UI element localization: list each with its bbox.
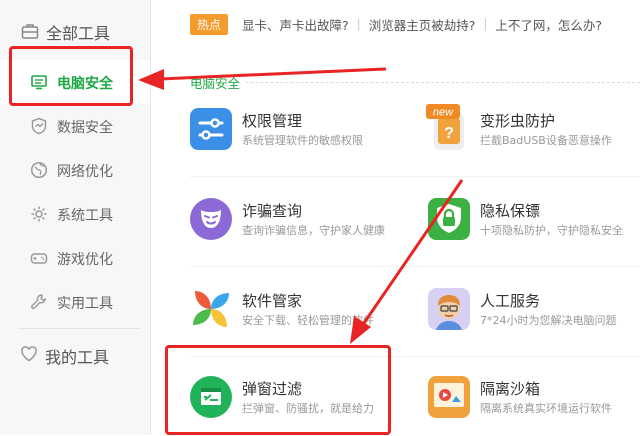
sidebar-item-label: 系统工具	[57, 208, 113, 224]
shield-icon	[31, 117, 47, 135]
tool-name: 人工服务	[480, 292, 541, 310]
sidebar-divider	[18, 328, 140, 329]
tool-sandbox[interactable]: 隔离沙箱 隔离系统真实环境运行软件	[428, 376, 642, 436]
section-title: 电脑安全	[190, 73, 247, 92]
heart-icon	[21, 346, 37, 362]
row-divider	[190, 176, 640, 177]
tool-desc: 十项隐私防护，守护隐私安全	[480, 224, 623, 237]
tool-name: 权限管理	[242, 112, 303, 130]
gamepad-icon	[30, 253, 48, 264]
svg-text:new: new	[433, 107, 454, 119]
sliders-icon	[190, 108, 232, 150]
gear-icon	[31, 206, 47, 222]
tool-amoeba-protection[interactable]: ? new 变形虫防护 拦截BadUSB设备恶意操作	[426, 104, 642, 168]
sidebar-item-network[interactable]: 网络优化	[0, 148, 150, 192]
tool-privacy-guard[interactable]: 隐私保镖 十项隐私防护，守护隐私安全	[428, 198, 642, 258]
toolbox-icon	[21, 24, 39, 39]
hot-badge: 热点	[190, 13, 229, 35]
hot-link[interactable]: 上不了网，怎么办?	[495, 15, 602, 34]
tool-name: 隔离沙箱	[480, 380, 541, 398]
new-badge: new	[426, 104, 460, 119]
sidebar-my-tools-label: 我的工具	[45, 348, 110, 367]
tool-name: 隐私保镖	[480, 202, 541, 220]
tool-permission-manager[interactable]: 权限管理 系统管理软件的敏感权限	[190, 108, 405, 168]
sidebar-header-label: 全部工具	[46, 24, 111, 43]
lock-shield-icon	[428, 198, 470, 240]
sidebar-item-label: 游戏优化	[57, 252, 113, 268]
hot-link[interactable]: 显卡、声卡出故障?	[242, 15, 349, 34]
tool-desc: 查询诈骗信息，守护家人健康	[242, 224, 385, 237]
highlight-box-popup-filter	[165, 345, 391, 435]
sidebar-item-game[interactable]: 游戏优化	[0, 236, 150, 280]
highlight-box-sidebar	[9, 46, 133, 106]
sandbox-icon	[428, 376, 470, 418]
tool-name: 变形虫防护	[480, 112, 556, 130]
tool-fraud-check[interactable]: 诈骗查询 查询诈骗信息，守护家人健康	[190, 198, 405, 258]
globe-icon	[30, 161, 48, 179]
arrow-to-sidebar	[138, 67, 387, 90]
sidebar-my-tools[interactable]: 我的工具	[0, 334, 150, 374]
pinwheel-icon	[193, 291, 229, 327]
tool-desc: 安全下载、轻松管理的软件	[242, 314, 374, 327]
agent-icon	[428, 288, 470, 330]
sidebar-item-data-security[interactable]: 数据安全	[0, 104, 150, 148]
section-divider	[190, 82, 640, 83]
tool-desc: 拦截BadUSB设备恶意操作	[480, 134, 612, 147]
sidebar-item-label: 实用工具	[57, 296, 113, 312]
mask-icon	[190, 198, 232, 240]
sidebar-item-utilities[interactable]: 实用工具	[0, 280, 150, 324]
tool-desc: 7*24小时为您解决电脑问题	[480, 314, 617, 327]
tool-name: 软件管家	[242, 292, 303, 310]
sidebar-item-label: 网络优化	[57, 164, 113, 180]
svg-text:?: ?	[444, 125, 454, 142]
row-divider	[190, 266, 640, 267]
tool-human-service[interactable]: 人工服务 7*24小时为您解决电脑问题	[428, 288, 642, 348]
hot-link[interactable]: 浏览器主页被劫持?	[369, 15, 476, 34]
tool-desc: 系统管理软件的敏感权限	[242, 134, 363, 147]
hot-topics-bar: 热点 显卡、声卡出故障? | 浏览器主页被劫持? | 上不了网，怎么办?	[190, 13, 602, 35]
wrench-icon	[31, 294, 46, 310]
sidebar-item-system-tools[interactable]: 系统工具	[0, 192, 150, 236]
sidebar-item-label: 数据安全	[57, 120, 113, 136]
hot-separator: |	[483, 17, 488, 31]
tool-desc: 隔离系统真实环境运行软件	[480, 402, 612, 415]
tool-software-manager[interactable]: 软件管家 安全下载、轻松管理的软件	[190, 288, 405, 348]
tool-name: 诈骗查询	[242, 202, 303, 220]
hot-separator: |	[356, 17, 361, 31]
